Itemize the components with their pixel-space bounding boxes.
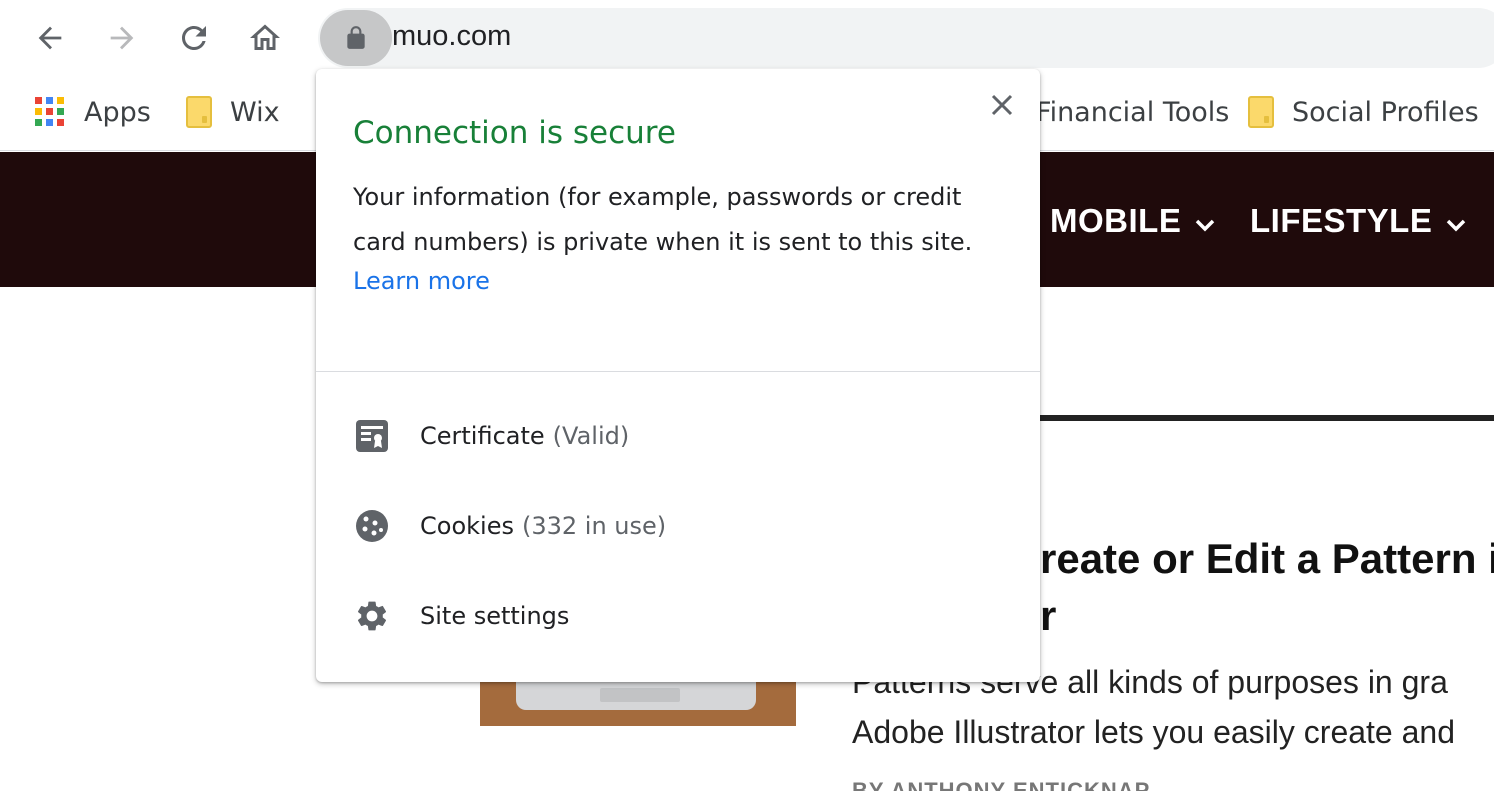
connection-status-title: Connection is secure [353,115,676,151]
learn-more-link[interactable]: Learn more [353,267,490,295]
forward-button[interactable] [98,14,146,62]
reload-button[interactable] [170,14,218,62]
home-icon [250,24,280,50]
certificate-status: (Valid) [552,422,630,450]
bookmark-label: Financial Tools [1036,96,1230,128]
nav-label: MOBILE [1050,202,1182,239]
article-thumbnail[interactable] [480,680,796,726]
bookmark-apps[interactable]: Apps [34,92,151,132]
back-arrow-icon [38,26,62,50]
chevron-down-icon [1195,202,1215,240]
bookmark-financial-tools[interactable]: Financial Tools [1036,92,1229,132]
bookmark-label: Wix [230,96,280,128]
cookies-count: (332 in use) [521,512,667,540]
bookmark-social-profiles[interactable]: Social Profiles [1248,92,1479,132]
forward-arrow-icon [110,26,134,50]
close-icon [991,94,1013,116]
site-settings-row[interactable]: Site settings [316,576,1040,656]
site-settings-label: Site settings [420,602,570,630]
certificate-icon [354,418,390,454]
browser-toolbar: muo.com [0,0,1494,76]
cookies-row[interactable]: Cookies (332 in use) [316,486,1040,566]
certificate-label: Certificate [420,422,545,450]
article-byline: BY ANTHONY ENTICKNAP [852,778,1151,791]
url-text[interactable]: muo.com [392,20,511,53]
site-info-popup: Connection is secure Your information (f… [316,69,1040,682]
browser-window: muo.com Apps Wix Financial Tools Social … [0,0,1494,791]
folder-icon [1248,96,1274,128]
article-headline-line2[interactable]: r [1040,592,1056,640]
bookmark-label: Social Profiles [1292,96,1479,128]
popup-divider [316,371,1040,372]
nav-item-lifestyle[interactable]: LIFESTYLE [1250,202,1466,240]
lock-icon [347,26,365,49]
section-divider [1040,415,1494,421]
close-button[interactable] [986,89,1018,121]
gear-icon [354,598,390,634]
site-info-button[interactable] [320,10,392,66]
cookies-label: Cookies [420,512,514,540]
folder-icon [186,96,212,128]
home-button[interactable] [241,14,289,62]
reload-icon [182,25,206,50]
bookmark-label: Apps [84,96,151,128]
chevron-down-icon [1446,202,1466,240]
article-excerpt-line2: Adobe Illustrator lets you easily create… [852,714,1455,750]
nav-label: LIFESTYLE [1250,202,1433,239]
nav-item-mobile[interactable]: MOBILE [1050,202,1215,240]
bookmark-wix[interactable]: Wix [186,92,280,132]
cookie-icon [354,508,390,544]
apps-grid-icon [34,96,66,128]
back-button[interactable] [26,14,74,62]
certificate-row[interactable]: Certificate (Valid) [316,396,1040,476]
article-headline[interactable]: reate or Edit a Pattern i [1040,535,1494,583]
connection-description: Your information (for example, passwords… [353,183,973,256]
